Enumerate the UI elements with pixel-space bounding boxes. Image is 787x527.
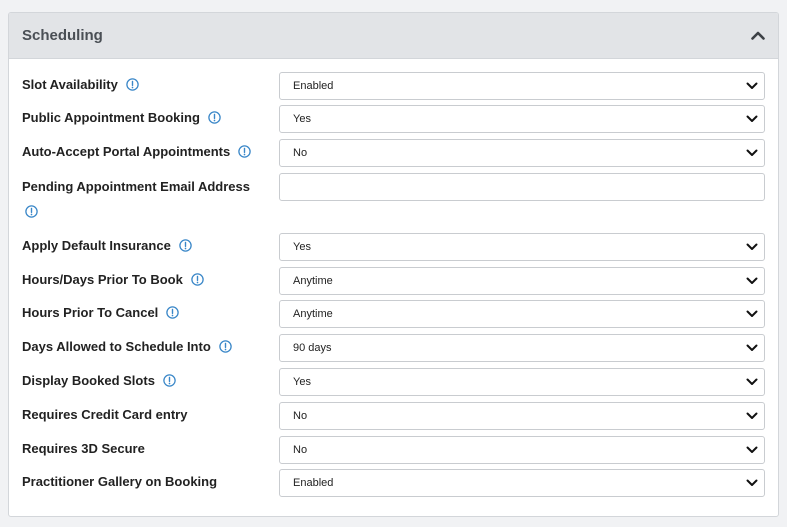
panel-header[interactable]: Scheduling (9, 13, 778, 59)
select-value: No (293, 147, 308, 159)
field-label: Requires Credit Card entry (22, 407, 187, 422)
select-value: Anytime (293, 275, 333, 287)
field-label-text: Public Appointment Booking (22, 110, 200, 125)
field-label-text: Days Allowed to Schedule Into (22, 339, 211, 354)
info-icon[interactable] (166, 306, 180, 319)
auto-accept-portal-appointments-select[interactable]: No (279, 139, 765, 167)
field-label-text: Requires Credit Card entry (22, 407, 188, 422)
slot-availability-select[interactable]: Enabled (279, 72, 765, 100)
field-label: Days Allowed to Schedule Into (22, 339, 232, 354)
requires-credit-card-entry-select[interactable]: No (279, 402, 765, 430)
field-label-text: Display Booked Slots (22, 373, 155, 388)
field-label-text: Requires 3D Secure (22, 441, 145, 456)
apply-default-insurance-select[interactable]: Yes (279, 233, 765, 261)
info-icon[interactable] (208, 111, 221, 124)
field-label: Auto-Accept Portal Appointments (22, 144, 251, 159)
info-icon[interactable] (25, 205, 38, 218)
select-value: Yes (293, 241, 311, 253)
chevron-down-icon (746, 377, 758, 387)
select-value: Enabled (293, 477, 334, 489)
field-label-text: Pending Appointment Email Address (22, 179, 251, 194)
field-label-text: Auto-Accept Portal Appointments (22, 144, 231, 159)
chevron-down-icon (746, 411, 758, 421)
hours-prior-to-cancel-select[interactable]: Anytime (279, 300, 765, 328)
select-value: No (293, 410, 308, 422)
display-booked-slots-select[interactable]: Yes (279, 368, 765, 396)
chevron-down-icon (746, 276, 758, 286)
field-label: Hours Prior To Cancel (22, 305, 180, 320)
select-value: Yes (293, 113, 311, 125)
field-label: Practitioner Gallery on Booking (22, 474, 217, 489)
select-value: Yes (293, 376, 311, 388)
pending-appointment-email-address-input[interactable] (279, 173, 765, 201)
scheduling-panel: Scheduling Slot Availability Enabled Publi… (8, 12, 779, 517)
field-label-text: Slot Availability (22, 77, 118, 92)
field-label: Apply Default Insurance (22, 238, 192, 253)
field-label: Public Appointment Booking (22, 110, 221, 125)
info-icon[interactable] (179, 239, 192, 252)
chevron-down-icon (746, 478, 758, 488)
field-label-text: Hours Prior To Cancel (22, 305, 159, 320)
hours-days-prior-to-book-select[interactable]: Anytime (279, 267, 765, 295)
field-label: Slot Availability (22, 77, 139, 92)
info-icon[interactable] (191, 273, 204, 286)
chevron-down-icon (746, 343, 758, 353)
select-value: 90 days (293, 342, 332, 354)
chevron-down-icon (746, 114, 758, 124)
info-icon[interactable] (126, 78, 139, 91)
field-label-text: Hours/Days Prior To Book (22, 272, 183, 287)
chevron-up-icon[interactable] (748, 26, 768, 44)
chevron-down-icon (746, 242, 758, 252)
chevron-down-icon (746, 445, 758, 455)
field-label-text: Apply Default Insurance (22, 238, 171, 253)
field-label: Requires 3D Secure (22, 441, 145, 456)
panel-title: Scheduling (22, 27, 103, 44)
field-label: Display Booked Slots (22, 373, 176, 388)
chevron-down-icon (746, 148, 758, 158)
days-allowed-to-schedule-into-select[interactable]: 90 days (279, 334, 765, 362)
select-value: Anytime (293, 308, 333, 320)
field-label: Hours/Days Prior To Book (22, 272, 204, 287)
public-appointment-booking-select[interactable]: Yes (279, 105, 765, 133)
info-icon[interactable] (163, 374, 176, 387)
info-icon[interactable] (238, 145, 251, 158)
select-value: Enabled (293, 80, 334, 92)
select-value: No (293, 444, 308, 456)
chevron-down-icon (746, 309, 758, 319)
practitioner-gallery-on-booking-select[interactable]: Enabled (279, 469, 765, 497)
field-label: Pending Appointment Email Address (22, 179, 251, 218)
chevron-down-icon (746, 81, 758, 91)
field-label-text: Practitioner Gallery on Booking (22, 474, 218, 489)
info-icon[interactable] (219, 340, 232, 353)
requires-3d-secure-select[interactable]: No (279, 436, 765, 464)
